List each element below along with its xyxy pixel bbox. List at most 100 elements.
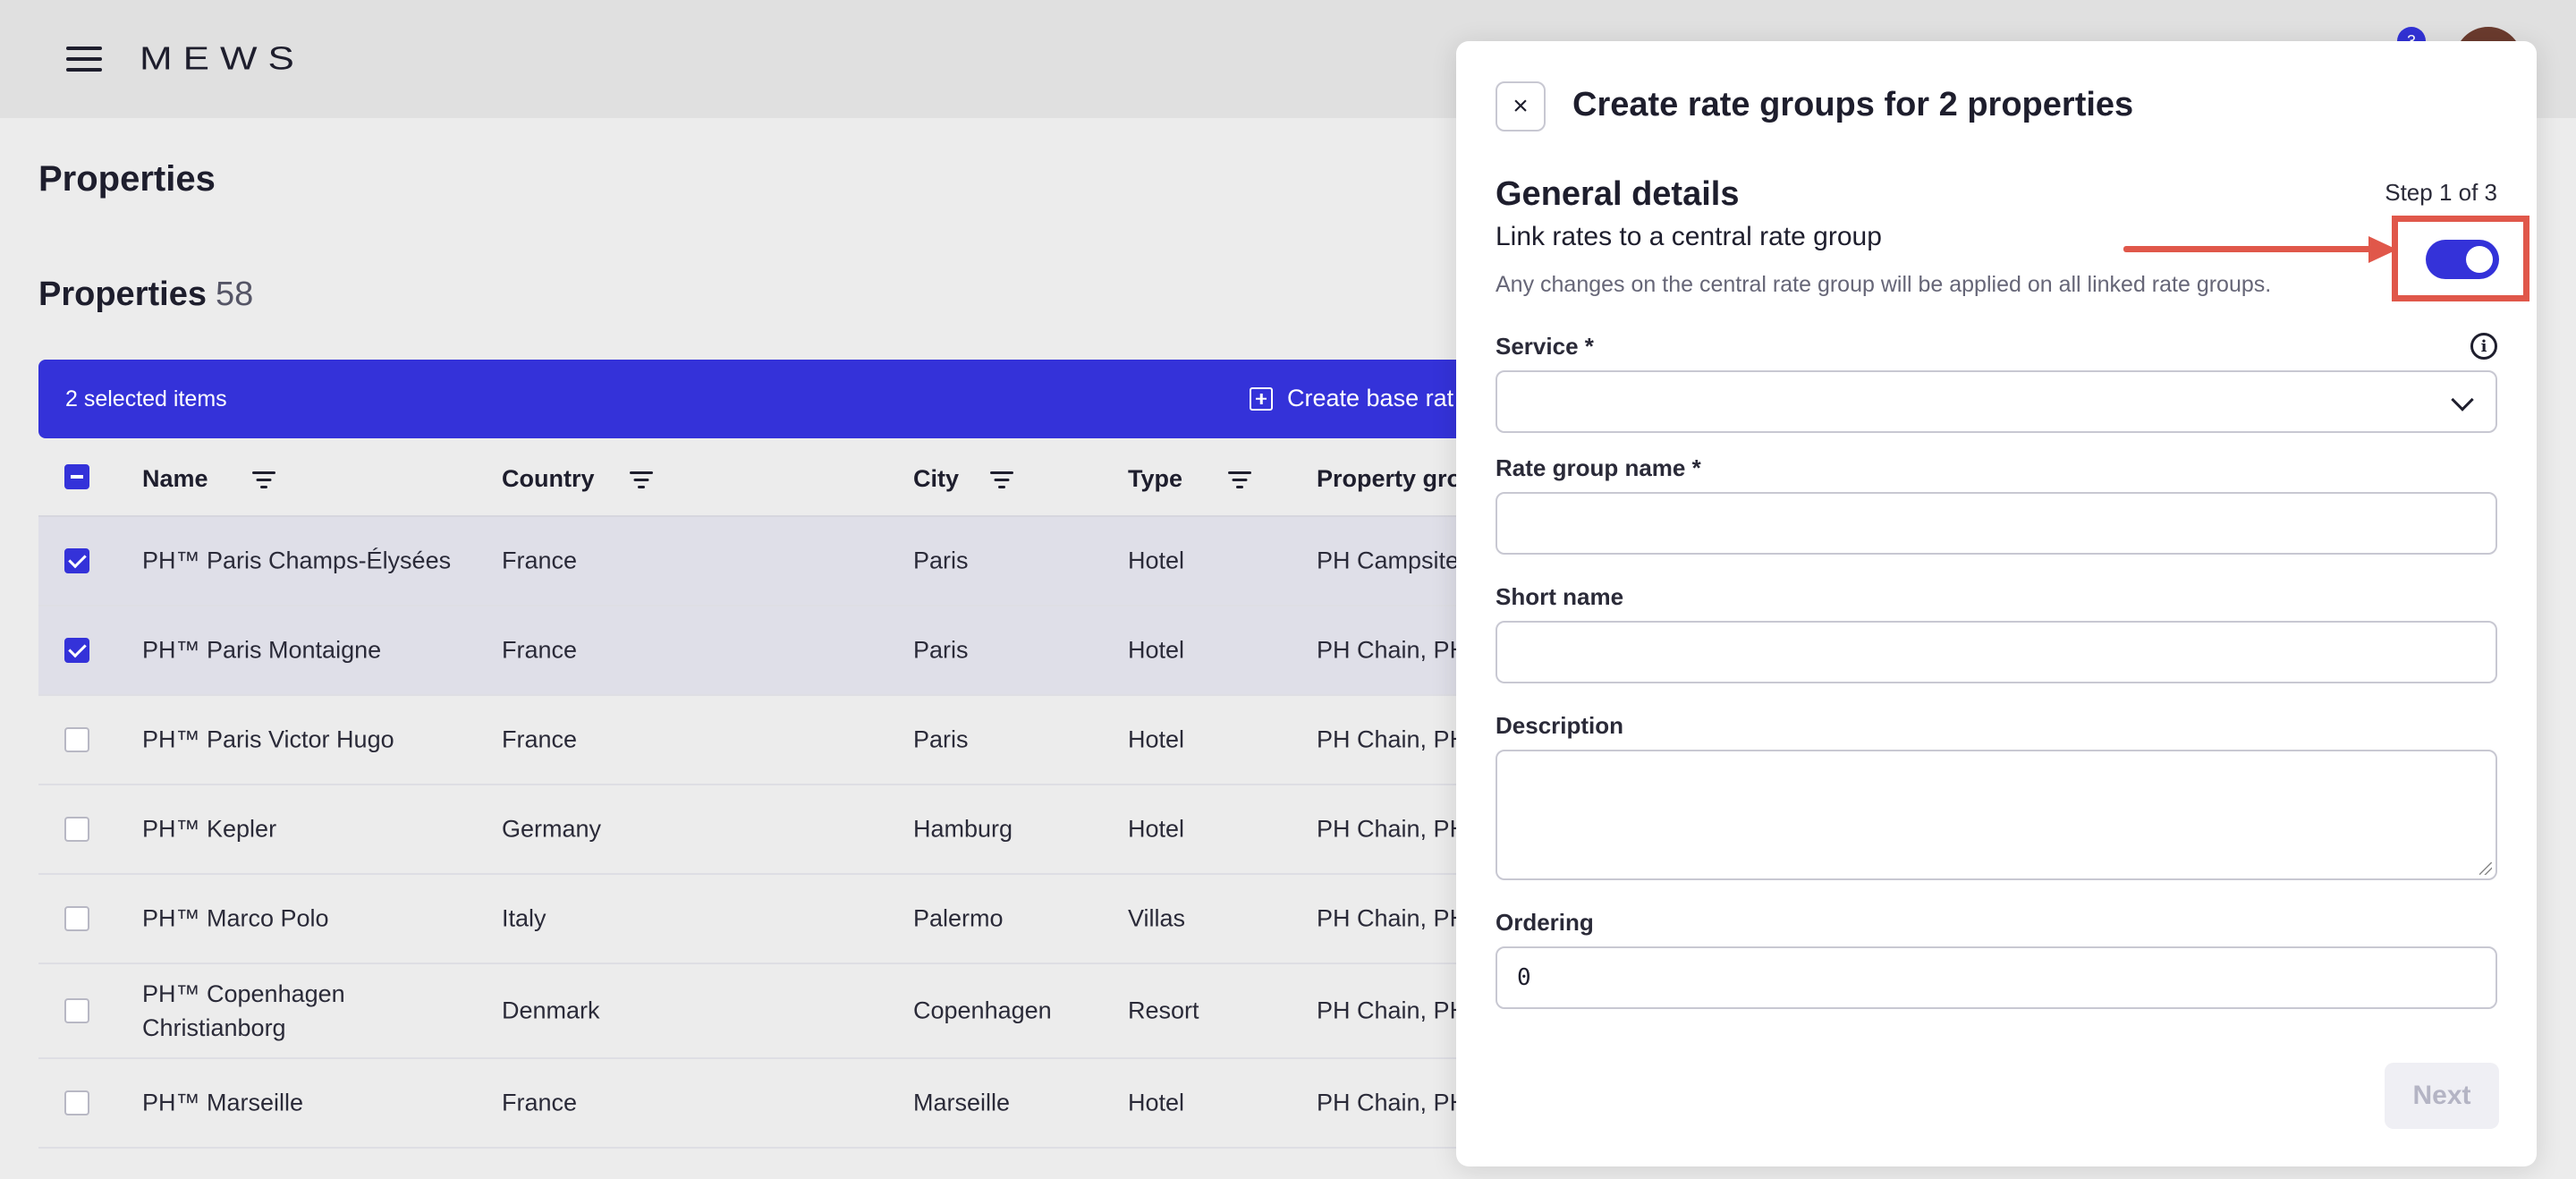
cell-city: Copenhagen <box>913 997 1052 1024</box>
ordering-input[interactable]: 0 <box>1496 946 2497 1009</box>
rate-group-name-label: Rate group name * <box>1496 454 1701 481</box>
column-header-city-label: City <box>913 465 960 492</box>
cell-name[interactable]: PH™ Kepler <box>142 816 276 844</box>
filter-icon[interactable] <box>251 470 276 489</box>
column-header-type: Type <box>1128 465 1252 493</box>
table-row[interactable]: PH™ Marseille France Marseille Hotel PH … <box>38 1059 1487 1149</box>
link-rates-toggle[interactable] <box>2426 240 2499 279</box>
cell-property-group: PH Chain, PH <box>1317 1089 1468 1116</box>
column-header-country: Country <box>502 465 654 493</box>
column-header-city: City <box>913 465 1014 493</box>
cell-property-group: PH Chain, PH <box>1317 725 1468 753</box>
column-header-country-label: Country <box>502 465 595 492</box>
next-button[interactable]: Next <box>2385 1063 2499 1129</box>
page-title: Properties <box>38 159 216 199</box>
description-label: Description <box>1496 712 1624 739</box>
properties-table: Name Country City Type Property grou PH™… <box>38 438 1487 1149</box>
column-header-property-group-label: Property grou <box>1317 465 1477 492</box>
create-base-rate-label: Create base rat <box>1287 385 1454 411</box>
service-label: Service * <box>1496 333 1594 360</box>
info-icon[interactable]: i <box>2470 333 2497 360</box>
row-checkbox[interactable] <box>64 638 89 663</box>
table-row[interactable]: PH™ Marco Polo Italy Palermo Villas PH C… <box>38 875 1487 964</box>
general-details-heading: General details <box>1496 175 1740 213</box>
link-rates-hint: Any changes on the central rate group wi… <box>1496 272 2272 297</box>
cell-country: Germany <box>502 815 602 843</box>
ordering-label: Ordering <box>1496 909 1594 936</box>
cell-property-group: PH Chain, PH <box>1317 815 1468 843</box>
link-rates-label: Link rates to a central rate group <box>1496 222 1882 251</box>
row-checkbox[interactable] <box>64 906 89 931</box>
table-row[interactable]: PH™ Paris Victor Hugo France Paris Hotel… <box>38 696 1487 785</box>
row-checkbox[interactable] <box>64 548 89 573</box>
cell-name[interactable]: PH™ Paris Montaigne <box>142 637 381 665</box>
cell-name[interactable]: PH™ Marco Polo <box>142 905 329 933</box>
filter-icon[interactable] <box>989 470 1014 489</box>
create-rate-groups-panel: × Create rate groups for 2 properties Ge… <box>1456 41 2537 1166</box>
cell-city: Hamburg <box>913 815 1013 843</box>
row-checkbox[interactable] <box>64 817 89 842</box>
cell-property-group: PH Chain, PH <box>1317 997 1468 1024</box>
cell-country: France <box>502 636 578 664</box>
cell-city: Paris <box>913 636 969 664</box>
table-row[interactable]: PH™ Copenhagen Christianborg Denmark Cop… <box>38 964 1487 1059</box>
cell-city: Palermo <box>913 904 1004 932</box>
cell-type: Hotel <box>1128 636 1185 664</box>
row-checkbox[interactable] <box>64 1090 89 1115</box>
cell-name[interactable]: PH™ Marseille <box>142 1090 303 1117</box>
filter-icon[interactable] <box>629 470 654 489</box>
section-title: Properties 58 <box>38 276 253 314</box>
table-row[interactable]: PH™ Kepler Germany Hamburg Hotel PH Chai… <box>38 785 1487 875</box>
section-title-label: Properties <box>38 276 207 313</box>
cell-name[interactable]: PH™ Copenhagen Christianborg <box>142 977 375 1045</box>
cell-name[interactable]: PH™ Paris Champs-Élysées <box>142 547 451 575</box>
cell-type: Resort <box>1128 997 1199 1024</box>
cell-type: Hotel <box>1128 725 1185 753</box>
app-logo[interactable]: MEWS <box>140 40 305 79</box>
cell-country: France <box>502 1089 578 1116</box>
annotation-arrow <box>2123 246 2374 252</box>
cell-city: Marseille <box>913 1089 1011 1116</box>
cell-type: Hotel <box>1128 547 1185 574</box>
create-base-rate-button[interactable]: Create base rat <box>1250 385 1453 412</box>
row-checkbox[interactable] <box>64 998 89 1023</box>
description-textarea[interactable] <box>1496 750 2497 880</box>
chevron-down-icon <box>2451 388 2474 411</box>
close-icon: × <box>1513 91 1529 121</box>
hamburger-menu-icon[interactable] <box>66 47 102 72</box>
selected-items-text: 2 selected items <box>65 386 227 411</box>
table-row[interactable]: PH™ Paris Champs-Élysées France Paris Ho… <box>38 517 1487 606</box>
column-header-name: Name <box>142 465 276 493</box>
plus-square-icon <box>1250 386 1273 411</box>
panel-title: Create rate groups for 2 properties <box>1572 86 2134 123</box>
table-row[interactable]: PH™ Paris Montaigne France Paris Hotel P… <box>38 606 1487 696</box>
row-checkbox[interactable] <box>64 727 89 752</box>
step-indicator: Step 1 of 3 <box>2385 179 2497 206</box>
cell-type: Hotel <box>1128 815 1185 843</box>
cell-country: France <box>502 547 578 574</box>
cell-city: Paris <box>913 547 969 574</box>
close-button[interactable]: × <box>1496 81 1546 131</box>
cell-property-group: PH Chain, PH <box>1317 904 1468 932</box>
table-header: Name Country City Type Property grou <box>38 438 1487 517</box>
rate-group-name-input[interactable] <box>1496 492 2497 555</box>
resize-grip-icon[interactable] <box>2479 862 2492 875</box>
selection-bar: 2 selected items Create base rat <box>38 360 1487 438</box>
cell-property-group: PH Campsite <box>1317 547 1460 574</box>
cell-type: Villas <box>1128 904 1186 932</box>
select-all-checkbox[interactable] <box>64 464 89 489</box>
column-header-name-label: Name <box>142 465 208 492</box>
cell-country: Denmark <box>502 997 600 1024</box>
cell-type: Hotel <box>1128 1089 1185 1116</box>
column-header-property-group: Property grou <box>1317 465 1477 493</box>
column-header-type-label: Type <box>1128 465 1183 492</box>
cell-country: Italy <box>502 904 547 932</box>
short-name-input[interactable] <box>1496 621 2497 683</box>
service-select[interactable] <box>1496 370 2497 433</box>
cell-property-group: PH Chain, PH <box>1317 636 1468 664</box>
short-name-label: Short name <box>1496 583 1624 610</box>
cell-name[interactable]: PH™ Paris Victor Hugo <box>142 726 394 754</box>
filter-icon[interactable] <box>1227 470 1252 489</box>
cell-city: Paris <box>913 725 969 753</box>
property-count: 58 <box>215 276 254 313</box>
